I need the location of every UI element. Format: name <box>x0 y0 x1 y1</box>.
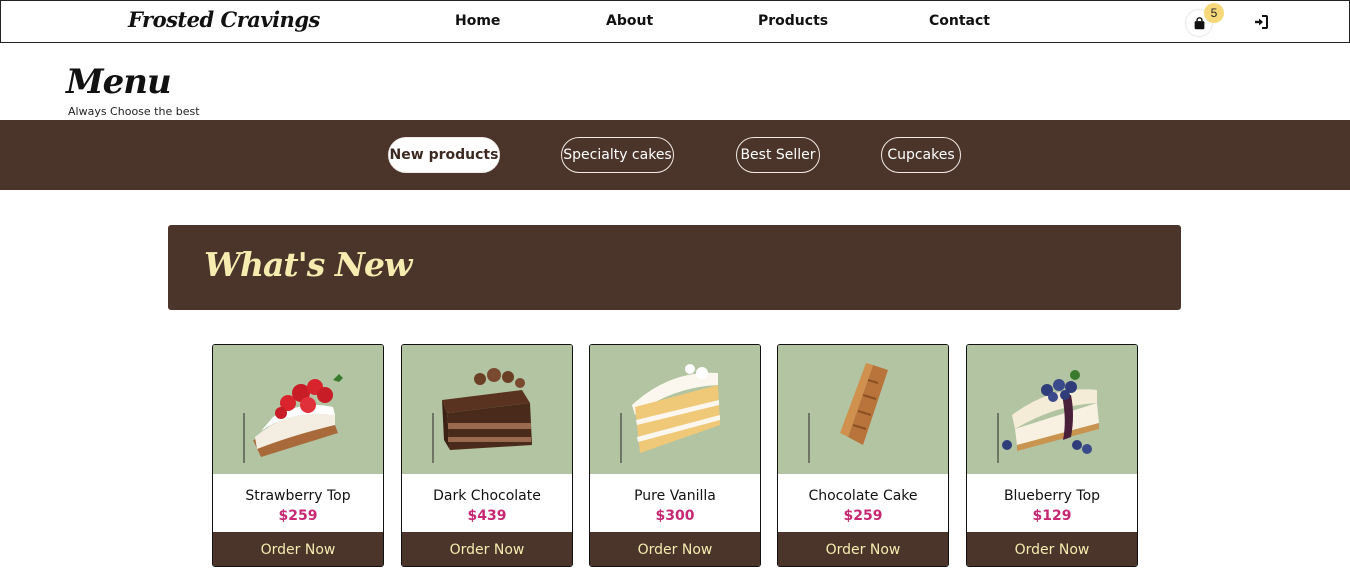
product-name: Strawberry Top <box>245 488 351 504</box>
menu-subtitle: Always Choose the best <box>68 105 200 118</box>
product-name: Dark Chocolate <box>433 488 541 504</box>
chocolate-cake-icon <box>442 368 532 450</box>
section-title: What's New <box>204 245 412 284</box>
nav-link-contact[interactable]: Contact <box>929 13 990 29</box>
stand-stick <box>997 413 999 463</box>
strawberry-cake-icon <box>253 374 343 457</box>
product-image <box>778 345 948 474</box>
order-now-button[interactable]: Order Now <box>967 532 1137 566</box>
product-price: $259 <box>278 508 318 524</box>
nav-link-about[interactable]: About <box>606 13 653 29</box>
product-price: $129 <box>1032 508 1072 524</box>
brand-logo[interactable]: Frosted Cravings <box>128 7 320 32</box>
nav-link-home[interactable]: Home <box>455 13 500 29</box>
product-image <box>590 345 760 474</box>
category-bar: New products Specialty cakes Best Seller… <box>0 120 1350 190</box>
category-specialty-cakes[interactable]: Specialty cakes <box>561 137 674 173</box>
stand-stick <box>620 413 622 463</box>
cart-count-badge: 5 <box>1204 3 1224 23</box>
sign-in-icon <box>1255 15 1268 29</box>
menu-title: Menu <box>66 62 172 102</box>
order-now-button[interactable]: Order Now <box>213 532 383 566</box>
navbar: Frosted Cravings Home About Products Con… <box>0 0 1350 43</box>
product-card-chocolate-cake: Chocolate Cake $259 Order Now <box>777 344 949 567</box>
category-new-products[interactable]: New products <box>388 137 500 173</box>
product-price: $439 <box>467 508 507 524</box>
product-image <box>967 345 1137 474</box>
product-name: Chocolate Cake <box>808 488 918 504</box>
product-name: Pure Vanilla <box>634 488 716 504</box>
pie-slice-icon <box>840 363 888 445</box>
product-card-dark-chocolate: Dark Chocolate $439 Order Now <box>401 344 573 567</box>
product-image <box>213 345 383 474</box>
order-now-button[interactable]: Order Now <box>590 532 760 566</box>
stand-stick <box>243 413 245 463</box>
order-now-button[interactable]: Order Now <box>402 532 572 566</box>
product-card-pure-vanilla: Pure Vanilla $300 Order Now <box>589 344 761 567</box>
product-card-strawberry-top: Strawberry Top $259 Order Now <box>212 344 384 567</box>
stand-stick <box>808 413 810 463</box>
nav-link-products[interactable]: Products <box>758 13 828 29</box>
shopping-bag-icon <box>1194 16 1204 29</box>
whats-new-banner: What's New <box>168 225 1181 310</box>
category-cupcakes[interactable]: Cupcakes <box>881 137 961 173</box>
product-price: $300 <box>655 508 695 524</box>
product-name: Blueberry Top <box>1003 488 1101 504</box>
blueberry-cake-icon <box>1002 370 1099 454</box>
product-card-blueberry-top: Blueberry Top $129 Order Now <box>966 344 1138 567</box>
login-button[interactable] <box>1253 14 1269 30</box>
category-best-seller[interactable]: Best Seller <box>736 137 820 173</box>
order-now-button[interactable]: Order Now <box>778 532 948 566</box>
product-price: $259 <box>843 508 883 524</box>
stand-stick <box>432 413 434 463</box>
vanilla-cake-icon <box>632 364 720 453</box>
product-image <box>402 345 572 474</box>
